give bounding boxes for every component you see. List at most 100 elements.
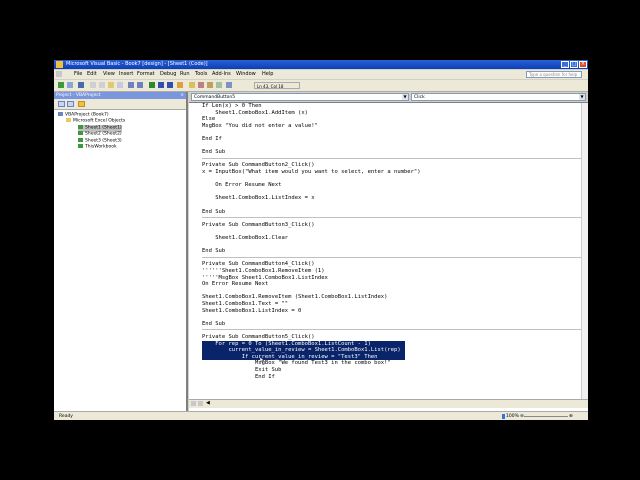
code-line: '''''MsgBox Sheet1.ComboBox1.ListIndex [202,274,328,281]
insert-module-icon[interactable] [67,82,73,88]
code-line: For rep = 0 To (Sheet1.ComboBox1.ListCou… [202,340,371,347]
procedure-separator [202,256,586,258]
menu-bar: File Edit View Insert Format Debug Run T… [54,70,588,79]
code-combos: CommandButton5 ▼ Click ▼ [189,92,588,103]
object-browser-icon[interactable] [207,82,213,88]
code-line: If current_value_in_review = "Test3" The… [202,353,378,360]
menu-edit[interactable]: Edit [87,70,97,79]
sheet-icon [78,131,83,135]
procedure-separator [202,329,586,331]
code-line: End Sub [202,149,226,156]
code-line: ''''''Sheet1.ComboBox1.RemoveItem (1) [202,268,325,274]
code-editor[interactable]: If Len(x) > 0 Then Sheet1.ComboBox1.AddI… [202,103,586,399]
save-icon[interactable] [78,82,84,88]
code-line: Private Sub CommandButton4_Click() [202,261,315,268]
undo-icon[interactable] [128,82,134,88]
code-line: On Error Resume Next [202,182,282,189]
minimize-button[interactable]: _ [561,61,569,68]
reset-icon[interactable] [167,82,173,88]
code-line: Sheet1.ComboBox1.AddItem (x) [202,109,308,116]
menu-format[interactable]: Format [137,70,155,79]
code-line: End Sub [202,248,226,255]
scroll-left-icon[interactable]: ◀ [206,401,210,406]
find-icon[interactable] [117,82,123,88]
document-icon[interactable] [56,71,62,77]
toolbox-icon[interactable] [216,82,222,88]
code-line: End If [202,136,222,142]
zoom-in-icon[interactable]: ⊕ [569,412,573,420]
standard-toolbar: Ln 43, Col 18 [54,80,588,92]
menu-view[interactable]: View [103,70,115,79]
code-line: Private Sub CommandButton5_Click() [202,334,315,340]
code-line: MsgBox "We found Test3 in the combo box!… [202,360,391,367]
vbe-window: Microsoft Visual Basic - Book7 [design] … [54,60,588,420]
code-line: Sheet1.ComboBox1.ListIndex = x [202,195,315,202]
menu-insert[interactable]: Insert [119,70,133,79]
properties-icon[interactable] [198,82,204,88]
copy-icon[interactable] [99,82,105,88]
code-line: current_value_in_review = Sheet1.ComboBo… [202,347,401,354]
project-explorer: Project - VBAProject × VBAProject (Book7… [54,92,188,412]
project-explorer-toolbar [54,99,186,110]
code-line: Sheet1.ComboBox1.Clear [202,235,289,241]
code-line: End If [202,373,275,380]
status-text: Ready [59,414,73,419]
procedure-separator [202,157,586,159]
code-window: CommandButton5 ▼ Click ▼ If Len(x) > 0 T… [189,92,588,412]
paste-icon[interactable] [108,82,114,88]
close-pane-icon[interactable]: × [180,92,184,99]
view-code-icon[interactable] [58,101,65,107]
design-mode-icon[interactable] [177,82,183,88]
code-line: Else [202,116,216,123]
folder-icon [66,118,71,122]
line-column-indicator: Ln 43, Col 18 [254,82,300,89]
procedure-separator [202,217,586,219]
menu-add-ins[interactable]: Add-Ins [212,70,231,79]
code-line: Sheet1.ComboBox1.ListIndex = 0 [202,307,302,314]
help-search-input[interactable]: Type a question for help [526,71,582,78]
toggle-folders-icon[interactable] [78,101,85,107]
procedure-dropdown[interactable]: Click ▼ [411,93,586,101]
help-icon[interactable] [226,82,232,88]
project-explorer-title: Project - VBAProject × [54,92,186,99]
code-line: Private Sub CommandButton2_Click() [202,162,315,169]
vertical-scrollbar[interactable] [581,103,588,399]
workbook-icon [78,144,83,148]
object-dropdown[interactable]: CommandButton5 ▼ [191,93,409,101]
code-line: End Sub [202,208,226,215]
close-button[interactable]: × [579,61,587,68]
chevron-down-icon[interactable]: ▼ [579,94,585,100]
redo-icon[interactable] [137,82,143,88]
code-line: Sheet1.ComboBox1.Text = "" [202,301,289,307]
code-line: Sheet1.ComboBox1.RemoveItem (Sheet1.Comb… [202,294,388,301]
chevron-down-icon[interactable]: ▼ [402,94,408,100]
menu-window[interactable]: Window [236,70,256,79]
menu-debug[interactable]: Debug [160,70,176,79]
code-line: MsgBox "You did not enter a value!" [202,122,318,129]
tree-node-thisworkbook[interactable]: ThisWorkbook [78,144,117,151]
vba-project-icon [58,112,63,116]
break-icon[interactable] [158,82,164,88]
code-line: On Error Resume Next [202,281,269,288]
status-indicator-icon [502,414,505,419]
mouse-cursor-icon [259,356,265,364]
zoom-level: 100% [506,414,519,419]
menu-tools[interactable]: Tools [195,70,207,79]
project-explorer-icon[interactable] [189,82,195,88]
horizontal-scrollbar[interactable]: ◀ [189,399,588,408]
code-line: x = InputBox("What item would you want t… [202,169,421,175]
menu-run[interactable]: Run [180,70,190,79]
maximize-button[interactable]: □ [570,61,578,68]
zoom-slider[interactable] [524,416,568,417]
code-line: Private Sub CommandButton3_Click() [202,221,315,228]
procedure-view-icon[interactable] [191,401,196,406]
code-line: If Len(x) > 0 Then [202,103,262,109]
run-icon[interactable] [149,82,155,88]
excel-view-icon[interactable] [58,82,64,88]
title-bar: Microsoft Visual Basic - Book7 [design] … [54,60,588,69]
full-module-view-icon[interactable] [198,401,203,406]
cut-icon[interactable] [90,82,96,88]
menu-help[interactable]: Help [262,70,273,79]
menu-file[interactable]: File [74,70,82,79]
view-object-icon[interactable] [67,101,74,107]
